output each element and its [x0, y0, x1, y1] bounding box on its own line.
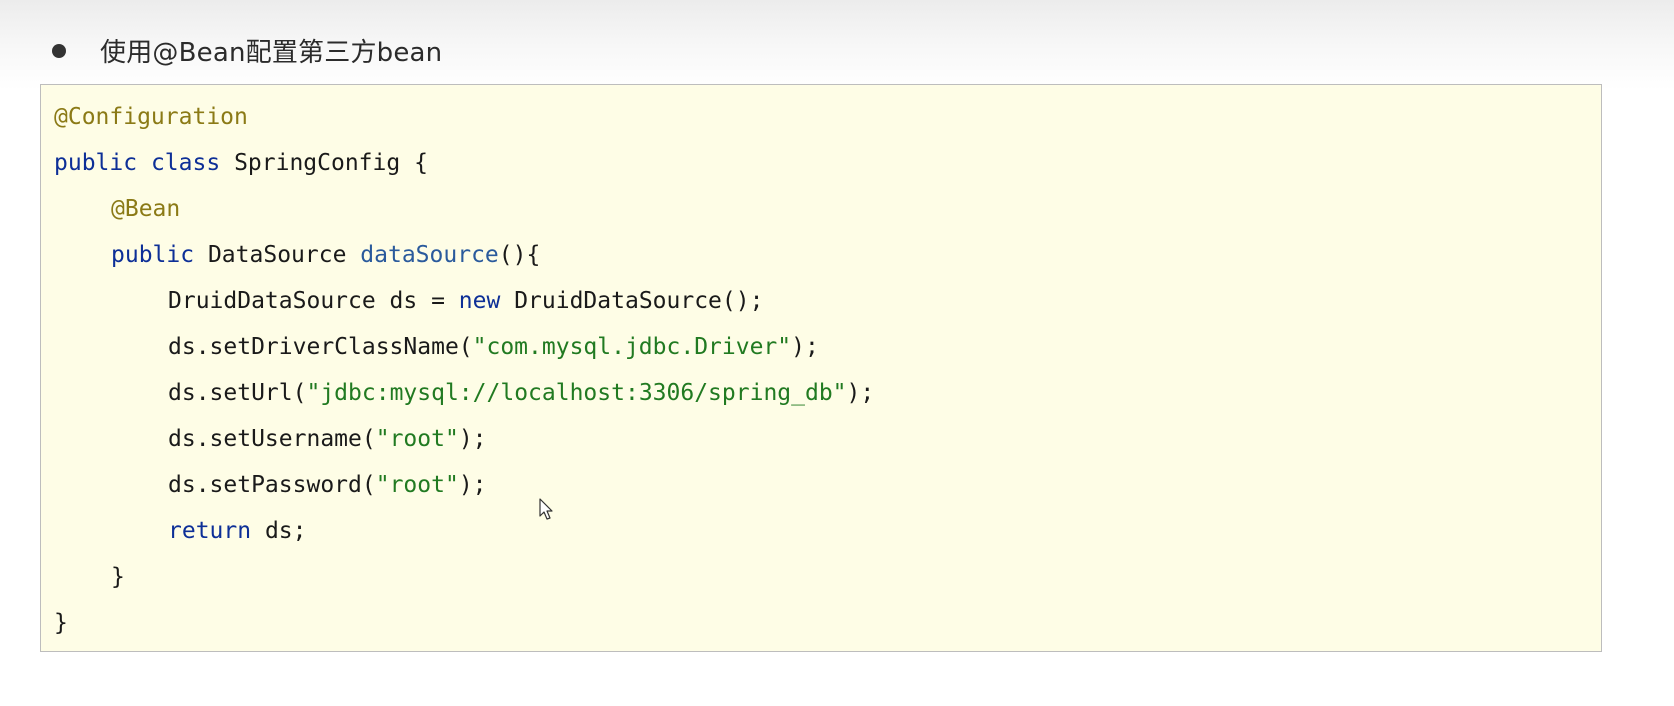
- call-post: );: [791, 334, 819, 360]
- section-heading: 使用@Bean配置第三方bean: [52, 30, 442, 70]
- keyword-new: new: [458, 288, 501, 314]
- keyword-class: class: [150, 150, 221, 176]
- code-line-8: ds.setUsername("root");: [168, 419, 487, 459]
- call-post: );: [458, 472, 487, 498]
- call-post: );: [458, 426, 487, 452]
- string-literal: "root": [375, 472, 459, 498]
- mouse-pointer-icon: [539, 498, 553, 520]
- return-type: DataSource: [207, 242, 347, 268]
- string-literal: "com.mysql.jdbc.Driver": [472, 334, 792, 360]
- keyword-public: public: [54, 150, 138, 176]
- code-line-4: public DataSource dataSource(){: [111, 235, 540, 275]
- call-pre: ds.setUrl(: [168, 380, 307, 406]
- code-line-12: }: [54, 603, 68, 643]
- code-line-10: return ds;: [168, 511, 306, 551]
- code-line-3: @Bean: [111, 189, 180, 229]
- code-block: @Configuration public class SpringConfig…: [40, 84, 1602, 652]
- string-literal: "jdbc:mysql://localhost:3306/spring_db": [306, 380, 847, 406]
- keyword-return: return: [168, 518, 252, 544]
- call-pre: ds.setDriverClassName(: [168, 334, 473, 360]
- string-literal: "root": [375, 426, 459, 452]
- keyword-public: public: [111, 242, 195, 268]
- code-line-7: ds.setUrl("jdbc:mysql://localhost:3306/s…: [168, 373, 874, 413]
- method-name: dataSource: [360, 242, 499, 268]
- bullet-icon: [52, 44, 66, 58]
- code-line-1: @Configuration: [54, 97, 248, 137]
- class-name: SpringConfig {: [234, 150, 428, 176]
- code-line-6: ds.setDriverClassName("com.mysql.jdbc.Dr…: [168, 327, 819, 367]
- closing-brace: }: [54, 610, 68, 636]
- heading-text: 使用@Bean配置第三方bean: [100, 37, 443, 68]
- call-pre: ds.setPassword(: [168, 472, 376, 498]
- return-value: ds;: [251, 518, 307, 544]
- code-line-11: }: [111, 557, 125, 597]
- method-signature-tail: (){: [498, 242, 541, 268]
- code-line-5: DruidDataSource ds = new DruidDataSource…: [168, 281, 763, 321]
- call-pre: ds.setUsername(: [168, 426, 376, 452]
- statement-post: DruidDataSource();: [500, 288, 764, 314]
- annotation-bean: @Bean: [111, 196, 181, 222]
- call-post: );: [846, 380, 875, 406]
- closing-brace: }: [111, 564, 125, 590]
- code-line-9: ds.setPassword("root");: [168, 465, 487, 505]
- code-line-2: public class SpringConfig {: [54, 143, 428, 183]
- statement-pre: DruidDataSource ds =: [168, 288, 459, 314]
- annotation-configuration: @Configuration: [54, 104, 248, 130]
